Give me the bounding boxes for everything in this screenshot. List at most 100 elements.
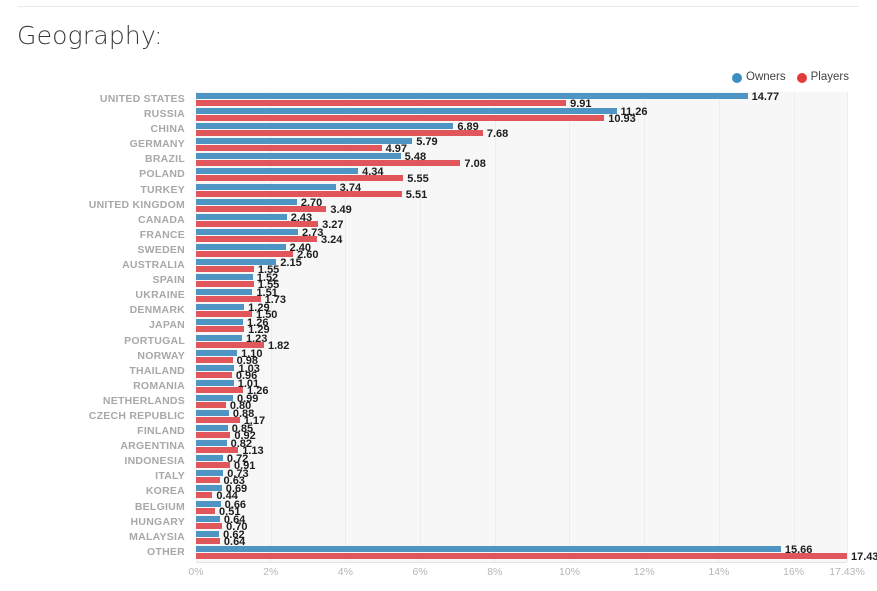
bar-row[interactable]: DENMARK 1.29 1.50 xyxy=(0,303,877,321)
bar-owners[interactable] xyxy=(196,379,234,386)
bar-row[interactable]: ARGENTINA 0.82 1.13 xyxy=(0,439,877,457)
bar-owners[interactable] xyxy=(196,319,244,326)
bar-row[interactable]: KOREA 0.69 0.44 xyxy=(0,484,877,502)
bar-owners[interactable] xyxy=(196,455,223,462)
bar-players[interactable] xyxy=(196,130,483,137)
category-label: BRAZIL xyxy=(145,153,185,166)
bar-row[interactable]: RUSSIA 11.26 10.93 xyxy=(0,107,877,125)
bar-owners[interactable] xyxy=(196,364,235,371)
bar-row[interactable]: UNITED STATES 14.77 9.91 xyxy=(0,92,877,110)
x-tick-label: 12% xyxy=(633,566,655,578)
bar-row[interactable]: ROMANIA 1.01 1.26 xyxy=(0,378,877,396)
bar-players[interactable] xyxy=(196,552,847,559)
bar-owners[interactable] xyxy=(196,93,748,99)
bar-players[interactable] xyxy=(196,145,382,152)
bar-owners[interactable] xyxy=(196,440,227,447)
bar-owners[interactable] xyxy=(196,304,245,311)
bar-players[interactable] xyxy=(196,477,220,484)
bar-owners[interactable] xyxy=(196,243,286,250)
bar-players[interactable] xyxy=(196,235,317,242)
bar-row[interactable]: CHINA 6.89 7.68 xyxy=(0,122,877,140)
category-label: CANADA xyxy=(138,213,185,226)
bar-row[interactable]: MALAYSIA 0.62 0.64 xyxy=(0,529,877,547)
bar-row[interactable]: INDONESIA 0.72 0.91 xyxy=(0,454,877,472)
bar-owners[interactable] xyxy=(196,470,224,477)
bar-row[interactable]: SWEDEN 2.40 2.60 xyxy=(0,242,877,260)
legend-item-players[interactable]: Players xyxy=(796,71,849,84)
bar-players[interactable] xyxy=(196,250,294,257)
category-label: SPAIN xyxy=(152,274,185,287)
bar-owners[interactable] xyxy=(196,289,253,296)
bar-row[interactable]: AUSTRALIA 2.15 1.55 xyxy=(0,258,877,276)
x-tick-label: 8% xyxy=(487,566,503,578)
bar-players[interactable] xyxy=(196,522,223,529)
bar-row[interactable]: POLAND 4.34 5.55 xyxy=(0,167,877,185)
bar-owners[interactable] xyxy=(196,123,454,130)
bar-row[interactable]: HUNGARY 0.64 0.70 xyxy=(0,514,877,532)
bar-row[interactable]: ITALY 0.73 0.63 xyxy=(0,469,877,487)
bar-owners[interactable] xyxy=(196,425,228,432)
bar-row[interactable]: FRANCE 2.73 3.24 xyxy=(0,227,877,245)
bar-players[interactable] xyxy=(196,115,605,122)
bar-row[interactable]: GERMANY 5.79 4.97 xyxy=(0,137,877,155)
bar-players[interactable] xyxy=(196,492,213,499)
bar-row[interactable]: FINLAND 0.85 0.92 xyxy=(0,424,877,442)
bar-row[interactable]: NETHERLANDS 0.99 0.80 xyxy=(0,393,877,411)
bar-players[interactable] xyxy=(196,356,233,363)
category-label: CHINA xyxy=(150,123,185,136)
bar-row[interactable]: NORWAY 1.10 0.98 xyxy=(0,348,877,366)
bar-owners[interactable] xyxy=(196,274,253,281)
bar-players[interactable] xyxy=(196,432,231,439)
x-tick-label: 17.43% xyxy=(829,566,865,578)
category-label: RUSSIA xyxy=(143,108,185,121)
bar-owners[interactable] xyxy=(196,168,359,175)
bar-row[interactable]: CANADA 2.43 3.27 xyxy=(0,212,877,230)
bar-players[interactable] xyxy=(196,266,254,273)
legend-label-players: Players xyxy=(810,71,849,83)
bar-owners[interactable] xyxy=(196,213,287,220)
bar-players[interactable] xyxy=(196,100,567,106)
bar-players[interactable] xyxy=(196,311,253,318)
bar-row[interactable]: TURKEY 3.74 5.51 xyxy=(0,182,877,200)
bar-row[interactable]: SPAIN 1.52 1.55 xyxy=(0,273,877,291)
bar-owners[interactable] xyxy=(196,394,233,401)
bar-row[interactable]: CZECH REPUBLIC 0.88 1.17 xyxy=(0,408,877,426)
bar-players[interactable] xyxy=(196,296,261,303)
bar-owners[interactable] xyxy=(196,409,229,416)
bar-players[interactable] xyxy=(196,190,402,197)
bar-owners[interactable] xyxy=(196,349,238,356)
bar-players[interactable] xyxy=(196,537,220,544)
bar-row[interactable]: THAILAND 1.03 0.96 xyxy=(0,363,877,381)
bar-players[interactable] xyxy=(196,507,216,514)
bar-row[interactable]: PORTUGAL 1.23 1.82 xyxy=(0,332,877,351)
legend-item-owners[interactable]: Owners xyxy=(732,71,786,84)
bar-players[interactable] xyxy=(196,326,245,333)
bar-players[interactable] xyxy=(196,401,226,408)
bar-row[interactable]: JAPAN 1.26 1.29 xyxy=(0,318,877,336)
bar-owners[interactable] xyxy=(196,515,220,522)
category-label: BELGIUM xyxy=(134,500,185,513)
bar-owners[interactable] xyxy=(196,500,221,507)
bar-owners[interactable] xyxy=(196,334,242,341)
bar-owners[interactable] xyxy=(196,228,298,235)
bar-row[interactable]: UNITED KINGDOM 2.70 3.49 xyxy=(0,197,877,215)
bar-owners[interactable] xyxy=(196,153,401,160)
bar-players[interactable] xyxy=(196,386,244,393)
category-label: PORTUGAL xyxy=(124,334,185,347)
bar-owners[interactable] xyxy=(196,183,336,190)
bar-players[interactable] xyxy=(196,462,230,469)
bar-owners[interactable] xyxy=(196,198,297,205)
bar-row[interactable]: UKRAINE 1.51 1.73 xyxy=(0,288,877,306)
category-label: UKRAINE xyxy=(135,289,185,302)
bar-owners[interactable] xyxy=(196,108,617,115)
bar-row[interactable]: BRAZIL 5.48 7.08 xyxy=(0,152,877,170)
bar-row[interactable]: BELGIUM 0.66 0.51 xyxy=(0,499,877,517)
x-tick-label: 2% xyxy=(263,566,279,578)
bar-players[interactable] xyxy=(196,371,232,378)
bar-value-owners: 1.23 xyxy=(245,332,268,345)
bar-owners[interactable] xyxy=(196,530,220,537)
bar-owners[interactable] xyxy=(196,545,781,552)
bar-owners[interactable] xyxy=(196,138,413,145)
bar-row[interactable]: OTHER 15.66 17.43 xyxy=(0,544,877,562)
bar-players[interactable] xyxy=(196,281,254,288)
